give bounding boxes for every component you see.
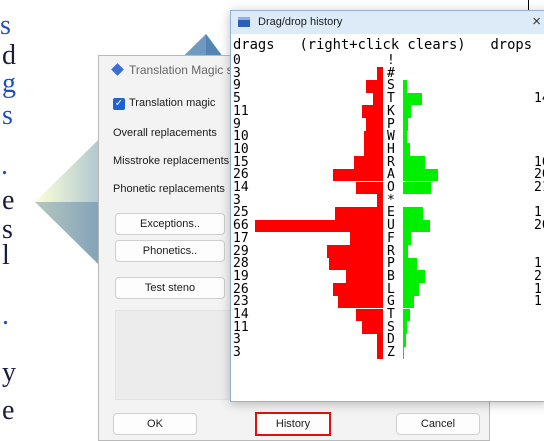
drag-bar [377, 333, 383, 347]
drag-bar [255, 219, 383, 233]
overall-replacements-label: Overall replacements [113, 127, 217, 139]
window-titlebar: Drag/drop history × [231, 11, 544, 34]
drag-bar [332, 283, 383, 296]
drop-bar [403, 257, 417, 271]
drop-bar [403, 245, 409, 258]
steno-key-label: F [387, 230, 395, 246]
drag-bar [332, 168, 383, 182]
drop-bar [403, 168, 439, 182]
drop-bar [403, 92, 422, 106]
drop-count: 2 [534, 268, 542, 284]
phonetic-replacements-label: Phonetic replacements [113, 183, 225, 195]
test-steno-panel [115, 310, 235, 400]
diamond-icon [111, 63, 124, 76]
steno-key-label: K [387, 103, 395, 119]
drop-bar [403, 333, 406, 347]
drag-count: 17 [233, 230, 249, 246]
test-steno-button[interactable]: Test steno [115, 277, 225, 299]
ok-button[interactable]: OK [113, 413, 197, 435]
drag-bar [363, 130, 383, 144]
drag-bar [350, 232, 383, 245]
drag-bar [334, 206, 383, 220]
steno-key-label: H [387, 141, 395, 157]
history-header: drags (right+click clears) drops [233, 37, 533, 53]
cancel-button[interactable]: Cancel [396, 413, 480, 435]
window-title: Drag/drop history [258, 16, 343, 28]
drag-bar [326, 245, 383, 258]
drag-bar [377, 346, 383, 360]
history-chart[interactable]: drags (right+click clears) drops 0! 3 #9 S 5… [231, 34, 544, 401]
window-icon [238, 17, 250, 27]
drag-bar [353, 156, 383, 169]
drag-bar [361, 321, 383, 334]
drop-bar [403, 232, 412, 245]
drop-bar [403, 321, 408, 334]
drop-bar [403, 143, 410, 157]
drop-bar [403, 206, 424, 220]
drag-count: 10 [233, 141, 249, 157]
drop-count: 14 [534, 91, 544, 107]
drop-bar [403, 283, 420, 296]
drop-count: 21 [534, 180, 544, 195]
drop-count: 20 [534, 218, 544, 234]
drop-bar [403, 308, 410, 322]
drag-bar [365, 79, 383, 93]
drag-count: 3 [233, 345, 241, 361]
drag-drop-history-window: Drag/drop history × drags (right+click c… [230, 10, 544, 402]
drop-bar [403, 105, 412, 118]
drop-bar [403, 79, 408, 93]
translation-magic-checkbox[interactable]: ✓ [113, 98, 125, 110]
drag-bar [377, 194, 383, 207]
drag-count: 11 [233, 103, 249, 119]
drag-bar [373, 92, 383, 106]
exceptions-button[interactable]: Exceptions.. [115, 213, 225, 235]
steno-key-label: B [387, 268, 395, 284]
drop-bar [403, 295, 414, 309]
drag-count: 19 [233, 268, 249, 284]
drag-bar [355, 308, 383, 322]
drag-bar [346, 270, 383, 284]
drop-bar [403, 118, 409, 131]
drag-bar [355, 181, 383, 195]
drag-bar [363, 143, 383, 157]
drop-bar [403, 156, 425, 169]
drop-count: 1 [534, 294, 542, 310]
drag-bar [361, 105, 383, 118]
phonetics-button[interactable]: Phonetics.. [115, 240, 225, 262]
close-icon[interactable]: × [532, 13, 541, 30]
steno-key-label: Z [387, 345, 395, 361]
drop-bar [403, 346, 405, 360]
drop-bar [403, 130, 408, 144]
drop-bar [403, 270, 425, 284]
translation-magic-label[interactable]: Translation magic [129, 97, 215, 109]
drag-bar [377, 67, 383, 80]
drop-bar [403, 219, 430, 233]
misstroke-replacements-label: Misstroke replacements [113, 155, 230, 167]
drop-bar [403, 181, 432, 195]
drag-bar [338, 295, 383, 309]
drag-bar [365, 118, 383, 131]
dialog-title: Translation Magic set [129, 63, 243, 77]
drag-bar [328, 257, 383, 271]
history-button[interactable]: History [255, 412, 331, 436]
